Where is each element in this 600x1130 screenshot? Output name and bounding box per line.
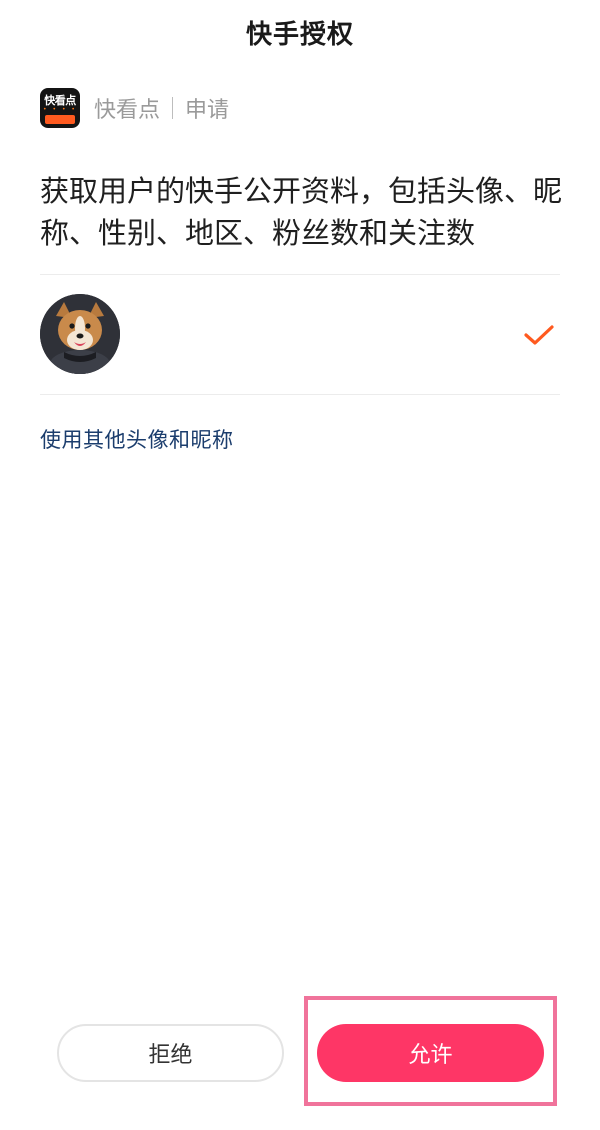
allow-button[interactable]: 允许	[317, 1024, 544, 1082]
dog-avatar-icon	[40, 294, 120, 374]
page-title: 快手授权	[245, 19, 354, 50]
header-bar: 快手授权	[0, 0, 600, 64]
app-name-separator	[172, 97, 174, 119]
app-logo-strip	[45, 115, 75, 124]
app-logo-dots: • • • •	[43, 106, 77, 113]
app-info-row: 快看点 • • • • 快看点 申请	[40, 86, 229, 130]
app-name: 快看点	[94, 98, 161, 123]
divider-bottom	[40, 394, 560, 395]
app-action-label: 申请	[185, 98, 230, 123]
checkmark-icon	[524, 325, 554, 345]
app-logo: 快看点 • • • •	[40, 88, 80, 128]
reject-button-label: 拒绝	[148, 1043, 193, 1068]
allow-button-label: 允许	[408, 1043, 453, 1068]
user-avatar[interactable]	[40, 294, 120, 374]
permission-description: 获取用户的快手公开资料，包括头像、昵称、性别、地区、粉丝数和关注数	[40, 174, 563, 250]
use-other-profile-link[interactable]: 使用其他头像和昵称	[40, 424, 234, 454]
reject-button[interactable]: 拒绝	[57, 1024, 284, 1082]
divider-top	[40, 274, 560, 275]
